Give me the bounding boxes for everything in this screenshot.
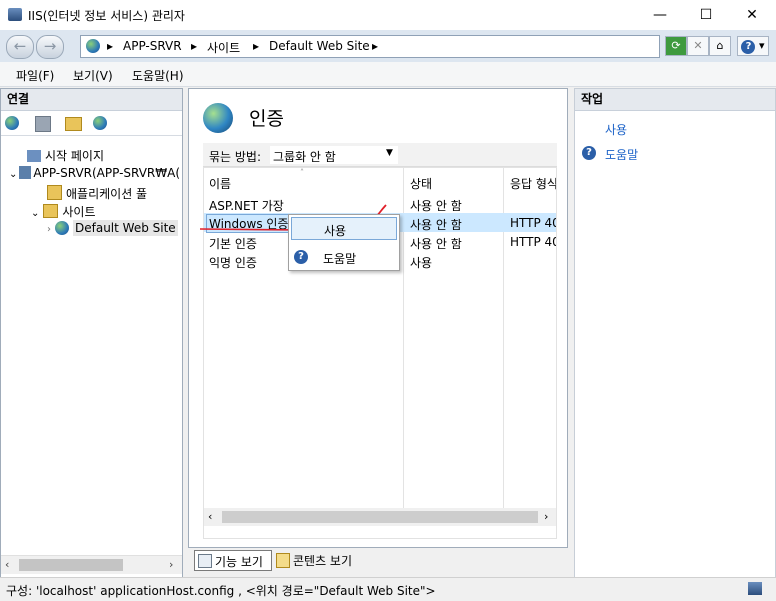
network-status-icon	[748, 582, 762, 595]
status-bar: 구성: 'localhost' applicationHost.config ,…	[0, 577, 776, 601]
features-view-icon	[198, 554, 212, 568]
tab-content-view[interactable]: 콘텐츠 보기	[275, 550, 365, 569]
content-view-icon	[276, 553, 290, 568]
tab-features-view[interactable]: 기능 보기	[194, 550, 272, 571]
context-menu-enable[interactable]: 사용	[291, 217, 397, 240]
actions-header: 작업	[575, 89, 775, 111]
help-icon: ?	[294, 250, 308, 264]
action-enable-link[interactable]: 사용	[605, 121, 627, 138]
context-menu: 사용 ? 도움말	[288, 214, 400, 271]
help-icon: ?	[582, 146, 596, 160]
status-text: 구성: 'localhost' applicationHost.config ,…	[6, 584, 436, 598]
context-menu-help[interactable]: ? 도움말	[291, 246, 395, 268]
action-help-link[interactable]: 도움말	[605, 146, 638, 163]
actions-panel: 작업 사용 ? 도움말	[574, 88, 776, 578]
